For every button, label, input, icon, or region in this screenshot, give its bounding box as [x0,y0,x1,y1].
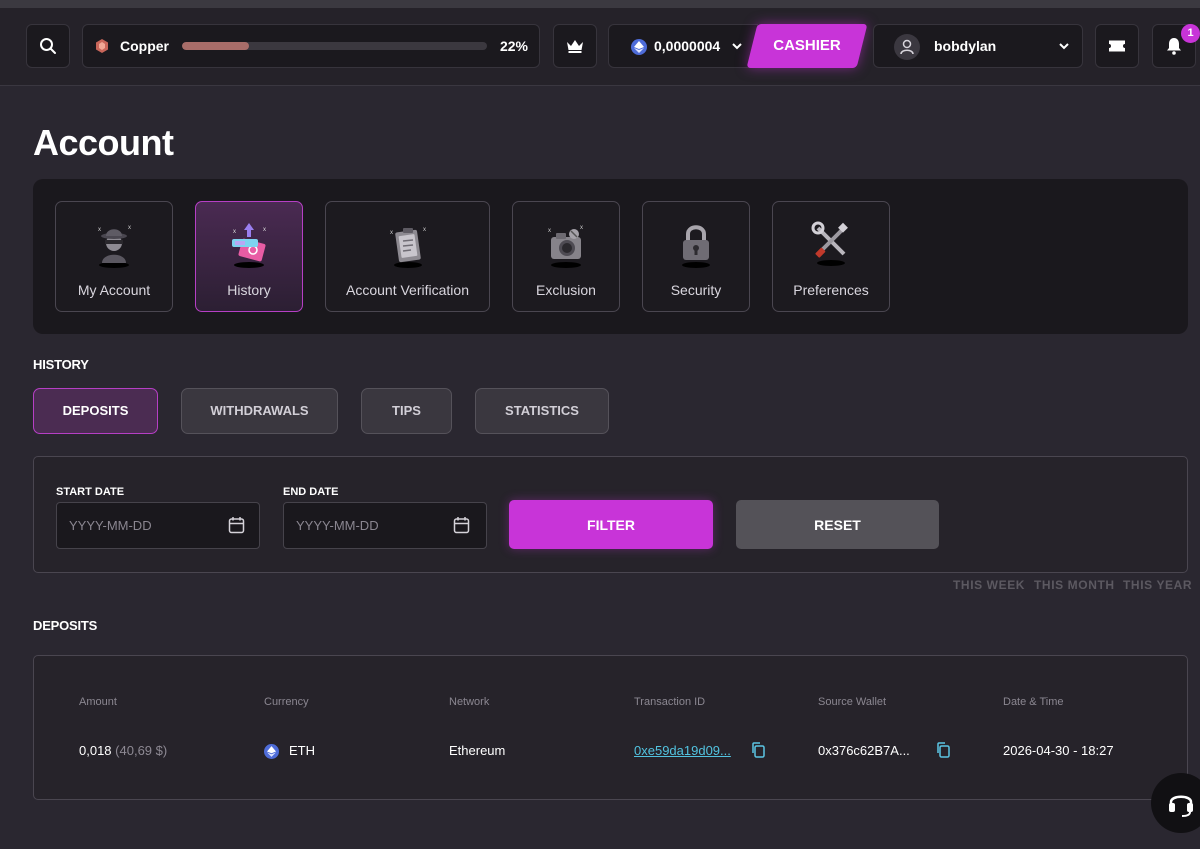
cell-amount: 0,018 (40,69 $) [79,743,167,758]
ticket-icon [1109,40,1125,52]
deposits-table [33,655,1188,800]
ethereum-icon [264,744,279,759]
cell-network: Ethereum [449,743,506,758]
copy-icon[interactable] [751,742,765,758]
user-icon [900,39,914,55]
account-categories: xx My Account xx History xx Account Veri… [33,179,1188,334]
rank-progress-fill [182,42,250,50]
padlock-icon [682,225,710,268]
history-title: HISTORY [33,357,89,372]
start-date-label: START DATE [56,486,125,498]
column-header-amount: Amount [79,696,117,708]
search-icon [40,38,56,54]
column-header-date-time: Date & Time [1003,696,1064,708]
svg-text:x: x [423,227,426,233]
vip-button[interactable] [553,24,597,68]
column-header-transaction-id: Transaction ID [634,696,706,708]
copper-rank-icon [96,39,108,53]
category-exclusion[interactable]: xx Exclusion [512,201,620,312]
rank-progress[interactable]: Copper 22% [82,24,540,68]
tab-withdrawals[interactable]: WITHDRAWALS [181,388,338,434]
cell-source-wallet: 0x376c62B7A... [818,743,910,758]
svg-text:x: x [548,228,551,234]
end-date-label: END DATE [283,486,339,498]
cell-date-time: 2026-04-30 - 18:27 [1003,743,1114,758]
top-bar: Copper 22% 0,0000004 CASHIER bobdylan 1 [0,8,1200,86]
tickets-button[interactable] [1095,24,1139,68]
headset-icon [1169,795,1193,817]
user-menu[interactable]: bobdylan [873,24,1083,68]
category-label: Security [670,282,722,298]
category-my-account[interactable]: xx My Account [55,201,173,312]
column-header-currency: Currency [264,696,309,708]
reset-button[interactable]: RESET [736,500,939,549]
category-security[interactable]: Security [642,201,750,312]
search-button[interactable] [26,24,70,68]
deposits-title: DEPOSITS [33,618,98,633]
window-top-strip [0,0,1200,8]
filter-button[interactable]: FILTER [509,500,713,549]
avatar [894,34,920,60]
tab-deposits[interactable]: DEPOSITS [33,388,158,434]
svg-text:x: x [233,229,236,235]
cell-currency: ETH [289,743,315,758]
rank-progress-bar [182,42,487,50]
calendar-icon[interactable] [453,516,470,534]
category-label: Preferences [793,282,869,298]
page-title: Account [33,122,174,163]
chevron-down-icon [1059,43,1069,50]
calendar-icon[interactable] [228,516,245,534]
amount-fiat: (40,69 $) [115,743,168,758]
tools-icon [811,221,848,266]
support-chat-button[interactable] [1151,773,1200,833]
history-icon: xx [232,223,266,268]
category-label: Account Verification [346,282,469,298]
username: bobdylan [934,38,997,54]
category-label: History [227,282,271,298]
svg-text:x: x [128,225,131,231]
quick-range-this-month[interactable]: THIS MONTH [1034,578,1115,592]
notification-badge: 1 [1181,24,1200,43]
chevron-down-icon [732,43,742,50]
svg-text:x: x [580,225,583,231]
rank-name: Copper [120,38,169,54]
amount-value: 0,018 [79,743,112,758]
transaction-id-link[interactable]: 0xe59da19d09... [634,743,731,758]
camera-icon: xx [548,225,583,268]
category-label: My Account [77,282,151,298]
spy-icon: xx [98,225,131,268]
ethereum-icon [631,39,647,55]
category-label: Exclusion [536,282,596,298]
category-history[interactable]: xx History [195,201,303,312]
cashier-label: CASHIER [773,37,841,54]
category-preferences[interactable]: Preferences [772,201,890,312]
bell-icon [1167,38,1181,55]
column-header-source-wallet: Source Wallet [818,696,887,708]
crown-icon [567,40,583,53]
quick-range-this-week[interactable]: THIS WEEK [953,578,1025,592]
balance-selector[interactable]: 0,0000004 [608,24,758,68]
category-account-verification[interactable]: xx Account Verification [325,201,490,312]
svg-text:x: x [263,227,266,233]
tab-statistics[interactable]: STATISTICS [475,388,609,434]
svg-text:x: x [390,230,393,236]
svg-text:x: x [98,227,101,233]
clipboard-icon: xx [390,227,426,268]
tab-tips[interactable]: TIPS [361,388,452,434]
rank-percent: 22% [499,38,528,54]
quick-range-this-year[interactable]: THIS YEAR [1123,578,1192,592]
column-header-network: Network [449,696,490,708]
copy-icon[interactable] [936,742,950,758]
balance-value: 0,0000004 [654,38,721,54]
